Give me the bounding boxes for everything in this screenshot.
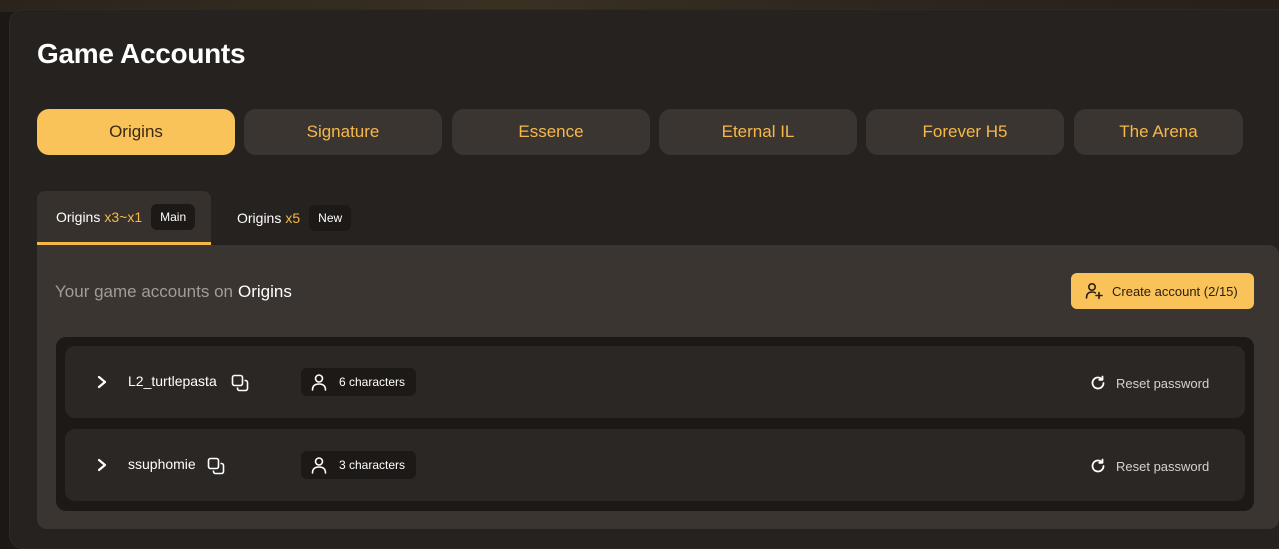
create-account-label: Create account (2/15): [1112, 283, 1238, 299]
account-row: L2_turtlepasta 6 characters Reset passwo…: [65, 346, 1245, 418]
subtab-rate: x5: [285, 210, 301, 226]
tab-essence[interactable]: Essence: [452, 109, 650, 155]
tab-forever-h5[interactable]: Forever H5: [866, 109, 1064, 155]
tab-the-arena[interactable]: The Arena: [1074, 109, 1243, 155]
account-row: ssuphomie 3 characters Reset password: [65, 429, 1245, 501]
copy-icon[interactable]: [207, 457, 225, 475]
reset-password-button[interactable]: Reset password: [1090, 455, 1209, 477]
intro-prefix: Your game accounts on: [55, 282, 233, 301]
user-icon: [311, 374, 327, 391]
intro-text: Your game accounts on Origins: [55, 282, 292, 302]
characters-badge: 6 characters: [301, 368, 416, 396]
reset-password-label: Reset password: [1116, 458, 1210, 474]
characters-count: 3 characters: [339, 458, 406, 472]
reset-password-button[interactable]: Reset password: [1090, 372, 1209, 394]
main-badge: Main: [151, 203, 196, 230]
accounts-content: Your game accounts on Origins Create acco…: [37, 245, 1279, 529]
copy-icon[interactable]: [231, 374, 249, 392]
subtab-name: Origins: [237, 210, 282, 226]
add-user-icon: [1085, 282, 1103, 300]
reset-password-label: Reset password: [1116, 375, 1210, 391]
refresh-icon: [1091, 375, 1105, 390]
chevron-right-icon[interactable]: [95, 374, 109, 390]
create-account-button[interactable]: Create account (2/15): [1071, 273, 1254, 309]
subtab-origins-main[interactable]: Origins x3~x1 Main: [37, 191, 211, 245]
account-name: ssuphomie: [128, 456, 196, 472]
subtab-origins-new[interactable]: Origins x5 New: [218, 191, 368, 245]
intro-server: Origins: [238, 282, 292, 301]
tab-eternal-il[interactable]: Eternal IL: [659, 109, 857, 155]
tab-signature[interactable]: Signature: [244, 109, 442, 155]
characters-badge: 3 characters: [301, 451, 416, 479]
new-badge: New: [309, 205, 352, 231]
subtab-rate: x3~x1: [104, 208, 143, 225]
refresh-icon: [1091, 458, 1105, 473]
account-name: L2_turtlepasta: [128, 373, 217, 389]
page-title: Game Accounts: [37, 38, 246, 69]
account-list: L2_turtlepasta 6 characters Reset passwo…: [56, 337, 1254, 511]
tab-origins[interactable]: Origins: [37, 109, 235, 155]
subtab-name: Origins: [56, 208, 101, 225]
user-icon: [311, 457, 327, 474]
chevron-right-icon[interactable]: [95, 457, 109, 473]
characters-count: 6 characters: [339, 375, 406, 389]
